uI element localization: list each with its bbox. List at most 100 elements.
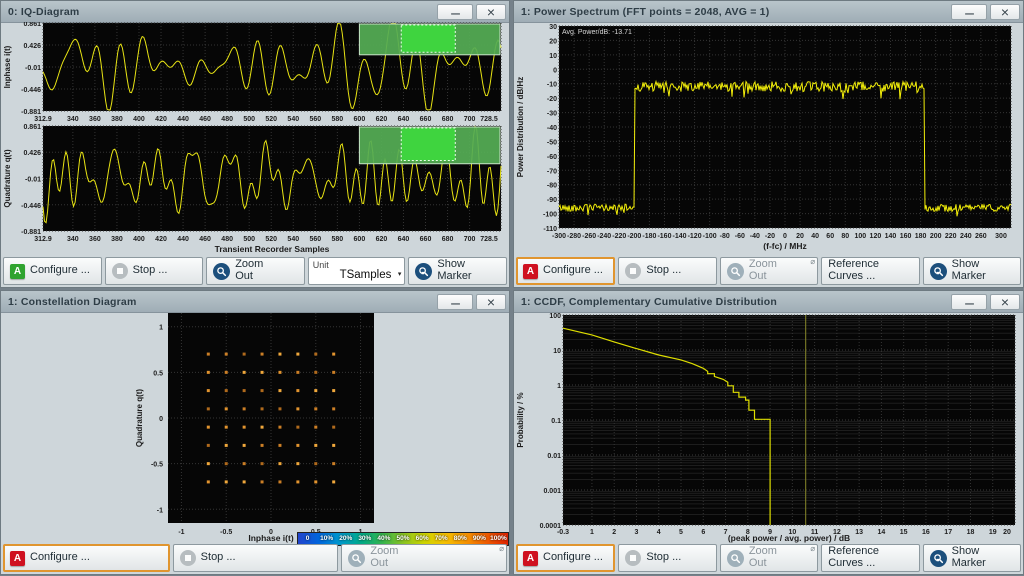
window-iq-diagram: 0: IQ-Diagram — × 0.8610.426-0.01-0.446-… xyxy=(0,0,510,288)
x-tick-label: -160 xyxy=(657,233,671,240)
x-tick-label: -40 xyxy=(750,233,760,240)
close-button[interactable]: × xyxy=(990,294,1020,310)
configure-button[interactable]: A Configure ... xyxy=(516,544,615,572)
x-tick-label: 200 xyxy=(930,233,942,240)
x-tick-label: -20 xyxy=(765,233,775,240)
selection-region-inner[interactable] xyxy=(401,128,455,161)
x-tick-label: 540 xyxy=(287,236,299,243)
ccdf-plot-region[interactable]: 1001010.10.010.0010.0001Probability / %-… xyxy=(514,312,1023,543)
x-tick-label: -220 xyxy=(612,233,626,240)
x-tick-label: 20 xyxy=(1003,529,1011,536)
zoom-out-button[interactable]: ZoomOut ⌀ xyxy=(720,257,818,285)
zoom-out-button[interactable]: ZoomOut xyxy=(206,257,305,285)
iq-titlebar[interactable]: 0: IQ-Diagram — × xyxy=(1,1,509,23)
constellation-point xyxy=(207,426,210,429)
configure-a-icon: A xyxy=(10,264,25,279)
constellation-plot-region[interactable]: 10.50-0.5-1Quadrature q(t)-1-0.500.51Inp… xyxy=(1,312,509,543)
y-tick-label: 20 xyxy=(549,38,557,45)
constellation-point xyxy=(278,353,281,356)
stop-button[interactable]: Stop ... xyxy=(618,544,716,572)
iq-toolbar: A Configure ... Stop ... ZoomOut Unit TS… xyxy=(3,257,507,285)
x-tick-label: -120 xyxy=(688,233,702,240)
constellation-point xyxy=(243,444,246,447)
y-tick-label: -110 xyxy=(543,226,557,233)
constellation-point xyxy=(243,371,246,374)
unit-dropdown[interactable]: Unit TSamples ▾ xyxy=(308,257,406,285)
constellation-point xyxy=(207,407,210,410)
x-tick-label: 440 xyxy=(177,116,189,123)
show-marker-button[interactable]: ShowMarker xyxy=(923,257,1021,285)
reference-curves-button[interactable]: ReferenceCurves ... xyxy=(821,544,919,572)
stop-button[interactable]: Stop ... xyxy=(618,257,716,285)
colorbar-label: 90% xyxy=(470,536,489,543)
x-tick-label: 680 xyxy=(442,116,454,123)
x-tick-label: 13 xyxy=(855,529,863,536)
x-tick-label: 360 xyxy=(89,116,101,123)
configure-button[interactable]: A Configure ... xyxy=(3,257,102,285)
zoom-out-button[interactable]: ZoomOut ⌀ xyxy=(341,544,507,572)
close-button[interactable]: × xyxy=(476,4,506,20)
constellation-point xyxy=(261,371,264,374)
close-button[interactable]: × xyxy=(476,294,506,310)
unit-value: TSamples xyxy=(340,269,392,281)
reference-curves-button[interactable]: ReferenceCurves ... xyxy=(821,257,919,285)
spectrum-plot-region[interactable]: Avg. Power/dB: -13.713020100-10-20-30-40… xyxy=(514,22,1023,254)
configure-button[interactable]: A Configure ... xyxy=(516,257,615,285)
close-button[interactable]: × xyxy=(990,4,1020,20)
constellation-point xyxy=(261,389,264,392)
configure-button[interactable]: A Configure ... xyxy=(3,544,170,572)
x-tick-label: 14 xyxy=(878,529,886,536)
iq-plot-region[interactable]: 0.8610.426-0.01-0.446-0.881Inphase i(t)3… xyxy=(1,22,509,254)
magnifier-icon xyxy=(727,550,744,567)
constellation-point xyxy=(332,371,335,374)
avg-power-annotation: Avg. Power/dB: -13.71 xyxy=(562,29,632,36)
y-tick-label: -10 xyxy=(547,82,557,89)
x-tick-label: 400 xyxy=(133,116,145,123)
constellation-point xyxy=(207,480,210,483)
spectrum-titlebar[interactable]: 1: Power Spectrum (FFT points = 2048, AV… xyxy=(514,1,1023,23)
x-tick-label: 580 xyxy=(332,116,344,123)
x-tick-label: 560 xyxy=(309,236,321,243)
x-tick-label: 560 xyxy=(309,116,321,123)
constellation-point xyxy=(332,480,335,483)
constellation-point xyxy=(207,462,210,465)
x-tick-label: -60 xyxy=(735,233,745,240)
x-tick-label: 80 xyxy=(841,233,849,240)
selection-region-inner[interactable] xyxy=(401,25,455,52)
minimize-button[interactable]: — xyxy=(951,4,987,20)
y-tick-label: -0.01 xyxy=(25,177,41,184)
x-axis-title: Transient Recorder Samples xyxy=(215,244,330,254)
minimize-button[interactable]: — xyxy=(437,294,473,310)
y-tick-label: -100 xyxy=(543,212,557,219)
constellation-point xyxy=(314,353,317,356)
x-tick-label: 620 xyxy=(376,116,388,123)
constellation-point xyxy=(261,480,264,483)
constellation-point xyxy=(225,407,228,410)
x-tick-label: -0.5 xyxy=(220,529,232,536)
stop-button[interactable]: Stop ... xyxy=(173,544,339,572)
y-tick-label: 10 xyxy=(553,348,561,355)
constellation-point xyxy=(225,444,228,447)
constellation-point xyxy=(261,353,264,356)
minimize-button[interactable]: — xyxy=(951,294,987,310)
constellation-point xyxy=(332,407,335,410)
x-tick-label: 19 xyxy=(989,529,997,536)
show-marker-button[interactable]: ShowMarker xyxy=(923,544,1021,572)
stop-button[interactable]: Stop ... xyxy=(105,257,204,285)
constellation-point xyxy=(243,480,246,483)
minimize-button[interactable]: — xyxy=(437,4,473,20)
y-tick-label: 0.5 xyxy=(153,370,163,377)
constellation-point xyxy=(278,480,281,483)
y-tick-label: -40 xyxy=(547,125,557,132)
ccdf-titlebar[interactable]: 1: CCDF, Complementary Cumulative Distri… xyxy=(514,291,1023,313)
x-tick-label: 312.9 xyxy=(34,116,52,123)
constellation-point xyxy=(243,407,246,410)
y-tick-label: -20 xyxy=(547,96,557,103)
y-axis-title: Quadrature q(t) xyxy=(3,149,12,208)
x-tick-label: 180 xyxy=(915,233,927,240)
zoom-out-button[interactable]: ZoomOut ⌀ xyxy=(720,544,818,572)
stop-icon xyxy=(625,263,641,279)
constellation-titlebar[interactable]: 1: Constellation Diagram — × xyxy=(1,291,509,313)
ccdf-window-title: 1: CCDF, Complementary Cumulative Distri… xyxy=(514,296,951,308)
show-marker-button[interactable]: ShowMarker xyxy=(408,257,507,285)
